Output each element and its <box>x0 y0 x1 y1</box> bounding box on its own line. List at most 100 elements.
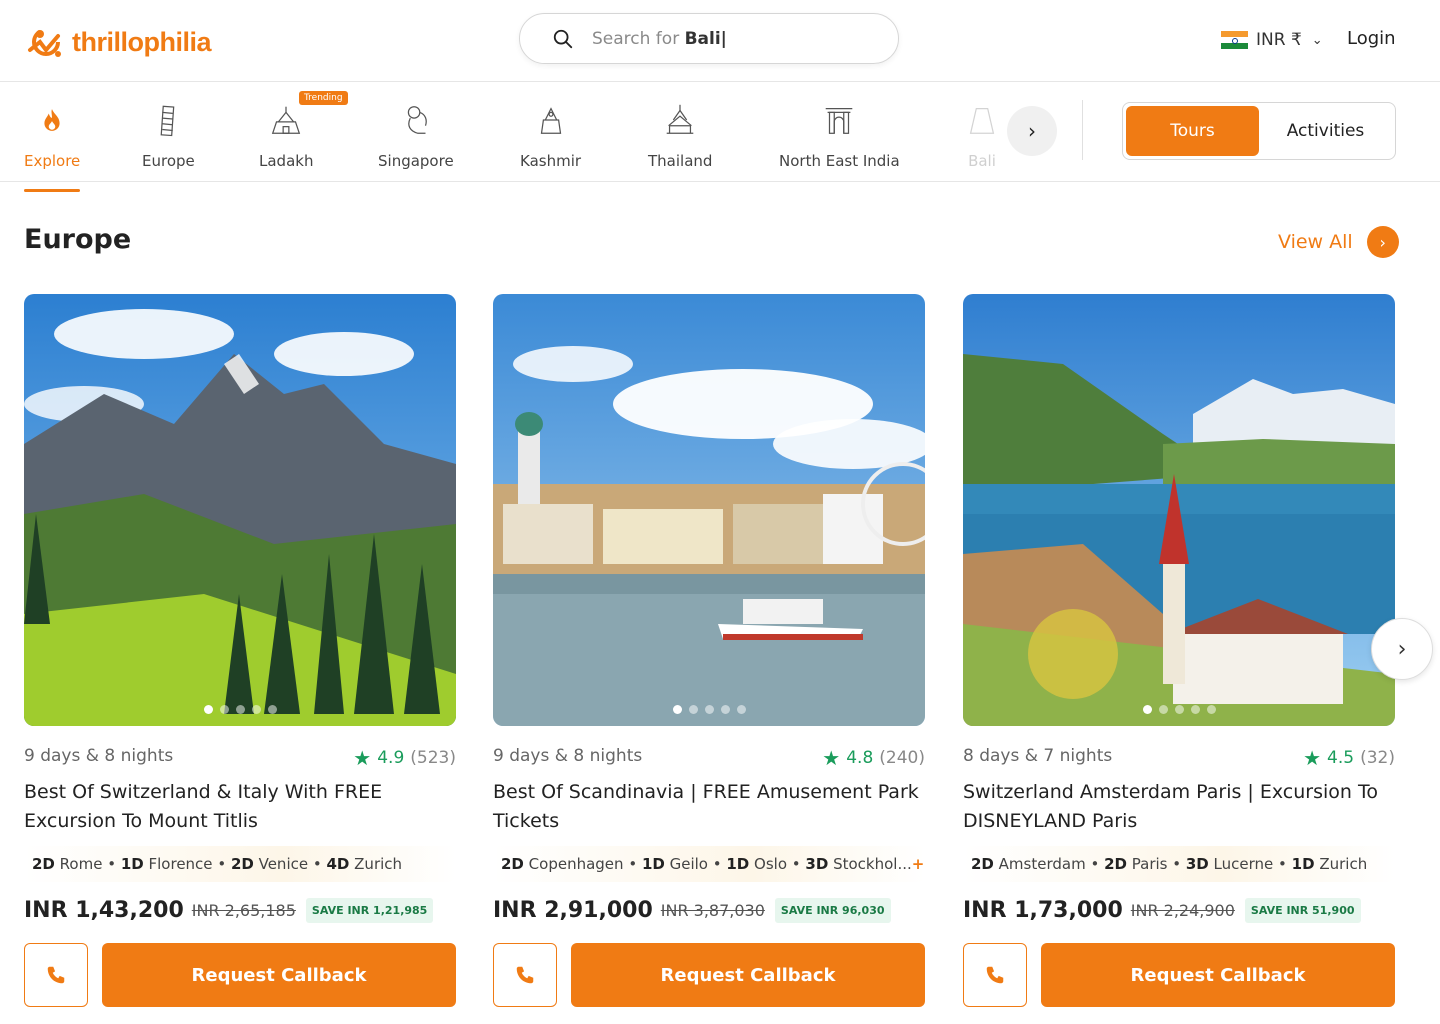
tour-price: INR 2,91,000 INR 3,87,030 SAVE INR 96,03… <box>493 898 891 923</box>
itinerary-days: 1D <box>120 855 144 873</box>
tour-meta: 8 days & 7 nights ★ 4.5 (32) <box>963 746 1395 770</box>
tour-itinerary: 2D Rome • 1D Florence • 2D Venice • 4D Z… <box>24 846 456 882</box>
category-europe[interactable]: Europe <box>142 100 195 170</box>
tour-rating: ★ 4.5 (32) <box>1303 746 1395 770</box>
brand-name: thrillophilia <box>72 26 212 57</box>
original-price: INR 2,24,900 <box>1130 901 1235 920</box>
tour-rating: ★ 4.8 (240) <box>822 746 925 770</box>
rating-value: 4.9 <box>377 748 405 768</box>
call-button[interactable] <box>24 943 88 1007</box>
brand-logo-icon <box>28 28 61 57</box>
category-kashmir[interactable]: Kashmir <box>520 100 581 170</box>
rating-value: 4.5 <box>1327 748 1355 768</box>
itinerary-days: 2D <box>230 855 254 873</box>
phone-icon <box>986 966 1004 984</box>
current-price: INR 1,73,000 <box>963 898 1123 923</box>
call-button[interactable] <box>493 943 557 1007</box>
gate-icon <box>819 100 859 140</box>
savings-badge: SAVE INR 96,030 <box>774 898 891 923</box>
carousel-next-button[interactable]: › <box>1371 618 1433 680</box>
tour-card[interactable]: 9 days & 8 nights ★ 4.9 (523) Best Of Swit… <box>24 294 456 1007</box>
savings-badge: SAVE INR 1,21,985 <box>305 898 434 923</box>
itinerary-city: Geilo <box>669 855 708 873</box>
category-singapore[interactable]: Singapore <box>378 100 454 170</box>
fire-icon <box>32 100 72 140</box>
tour-duration: 8 days & 7 nights <box>963 746 1113 766</box>
original-price: INR 2,65,185 <box>191 901 296 920</box>
category-label: North East India <box>779 152 900 170</box>
section-title: Europe <box>24 224 132 255</box>
image-carousel-dots[interactable] <box>963 705 1395 714</box>
itinerary-city: Copenhagen <box>528 855 624 873</box>
tours-activities-toggle: Tours Activities <box>1122 102 1396 160</box>
more-cities-count[interactable]: +2 <box>912 855 925 873</box>
tour-title[interactable]: Switzerland Amsterdam Paris | Excursion … <box>963 778 1395 836</box>
phone-icon <box>47 966 65 984</box>
itinerary-days: 2D <box>1104 855 1127 873</box>
mountain-photo <box>24 294 456 726</box>
category-label: Bali <box>968 152 996 170</box>
review-count: (523) <box>410 748 456 768</box>
search-placeholder[interactable]: Search for Bali| <box>592 29 727 49</box>
itinerary-days: 3D <box>1185 855 1209 873</box>
request-callback-button[interactable]: Request Callback <box>571 943 925 1007</box>
phone-icon <box>516 966 534 984</box>
currency-selector[interactable]: INR ₹ ⌄ <box>1221 28 1323 52</box>
review-count: (240) <box>879 748 925 768</box>
current-price: INR 2,91,000 <box>493 898 653 923</box>
category-ladakh[interactable]: Ladakh <box>259 100 313 170</box>
tour-duration: 9 days & 8 nights <box>493 746 643 766</box>
category-thailand[interactable]: Thailand <box>648 100 712 170</box>
category-next-button[interactable]: › <box>1007 106 1057 156</box>
itinerary-city: Zurich <box>1319 855 1368 873</box>
chevron-right-icon: › <box>1397 636 1407 662</box>
arrow-right-icon: › <box>1366 226 1399 258</box>
category-label: Kashmir <box>520 152 582 170</box>
view-all-link[interactable]: View All › <box>1278 226 1399 258</box>
tour-meta: 9 days & 8 nights ★ 4.9 (523) <box>24 746 456 770</box>
image-carousel-dots[interactable] <box>493 705 925 714</box>
category-north-east-india[interactable]: North East India <box>779 100 900 170</box>
itinerary-city: Florence <box>148 855 213 873</box>
tour-rating: ★ 4.9 (523) <box>353 746 456 770</box>
image-carousel-dots[interactable] <box>24 705 456 714</box>
bali-temple-icon <box>962 100 1002 140</box>
category-label: Ladakh <box>259 152 314 170</box>
login-link[interactable]: Login <box>1347 28 1396 49</box>
itinerary-days: 1D <box>641 855 665 873</box>
tour-image[interactable] <box>493 294 925 726</box>
nav-divider <box>1082 100 1083 160</box>
category-bali[interactable]: Bali <box>962 100 1002 170</box>
call-button[interactable] <box>963 943 1027 1007</box>
india-flag-icon <box>1221 31 1248 49</box>
itinerary-days: 2D <box>32 855 55 873</box>
itinerary-city: Stockhol... <box>833 855 912 873</box>
leaning-tower-icon <box>148 100 188 140</box>
category-explore[interactable]: Explore <box>24 100 81 192</box>
search-prefix: Search for <box>592 28 685 49</box>
tour-title[interactable]: Best Of Switzerland & Italy With FREE Ex… <box>24 778 456 836</box>
tours-tab[interactable]: Tours <box>1126 106 1259 156</box>
itinerary-city: Lucerne <box>1213 855 1274 873</box>
currency-label: INR ₹ <box>1256 30 1302 50</box>
temple-icon <box>660 100 700 140</box>
rating-value: 4.8 <box>846 748 874 768</box>
lake-photo <box>963 294 1395 726</box>
itinerary-city: Oslo <box>754 855 788 873</box>
tour-card[interactable]: 8 days & 7 nights ★ 4.5 (32) Switzerland A… <box>963 294 1395 1007</box>
tour-card[interactable]: 9 days & 8 nights ★ 4.8 (240) Best Of Scan… <box>493 294 925 1007</box>
tour-image[interactable] <box>24 294 456 726</box>
category-label: Europe <box>142 152 195 170</box>
shrine-icon <box>531 100 571 140</box>
request-callback-button[interactable]: Request Callback <box>102 943 456 1007</box>
tour-duration: 9 days & 8 nights <box>24 746 174 766</box>
itinerary-days: 4D <box>326 855 350 873</box>
activities-tab[interactable]: Activities <box>1259 106 1392 156</box>
star-icon: ★ <box>353 746 372 770</box>
monastery-icon <box>266 100 306 140</box>
brand-logo[interactable]: thrillophilia <box>24 20 212 64</box>
search-bar[interactable]: Search for Bali| <box>519 13 899 64</box>
tour-image[interactable] <box>963 294 1395 726</box>
tour-title[interactable]: Best Of Scandinavia | FREE Amusement Par… <box>493 778 925 836</box>
request-callback-button[interactable]: Request Callback <box>1041 943 1395 1007</box>
